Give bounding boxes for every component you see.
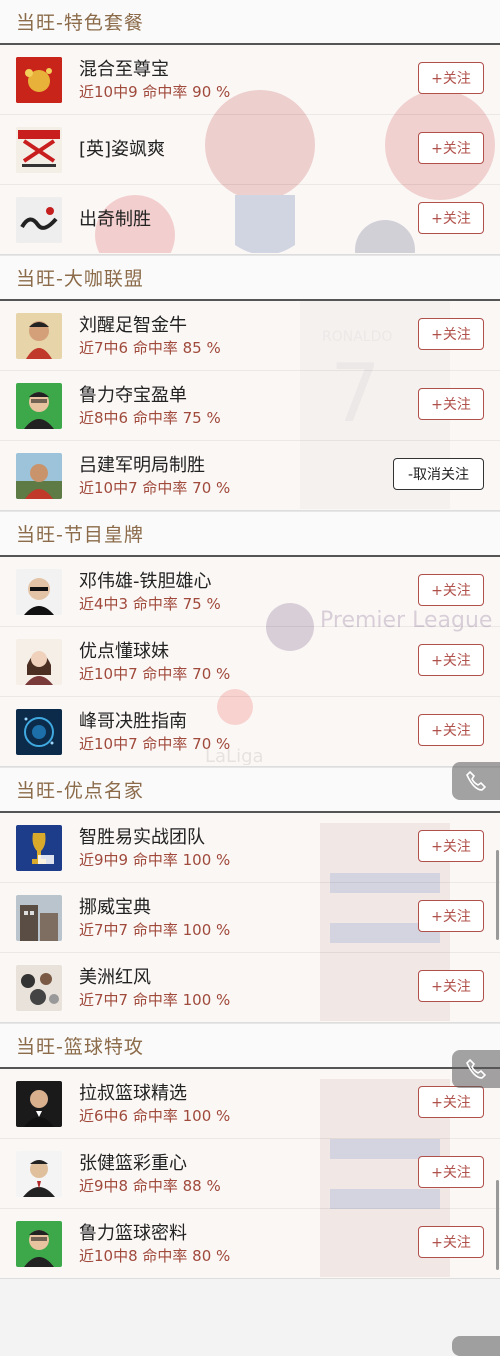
- section-list: 拉叔篮球精选 近6中6 命中率 100 % +关注 张健篮彩重心 近9中8 命中…: [0, 1069, 500, 1279]
- person-avatar-icon: [16, 312, 62, 359]
- follow-button[interactable]: +关注: [418, 970, 484, 1002]
- expert-avatar: [16, 452, 62, 499]
- follow-button[interactable]: +关注: [418, 1156, 484, 1188]
- newspaper-icon: [16, 126, 62, 173]
- building-icon: [16, 894, 62, 941]
- section-title: 当旺-节目皇牌: [16, 524, 144, 546]
- expert-row[interactable]: 拉叔篮球精选 近6中6 命中率 100 % +关注: [0, 1069, 500, 1139]
- follow-button[interactable]: +关注: [418, 62, 484, 94]
- follow-button[interactable]: +关注: [418, 714, 484, 746]
- follow-button[interactable]: +关注: [418, 132, 484, 164]
- expert-avatar: [16, 894, 62, 941]
- section-title: 当旺-篮球特攻: [16, 1036, 144, 1058]
- expert-row[interactable]: [英]姿飒爽 +关注: [0, 115, 500, 185]
- expert-avatar: [16, 638, 62, 685]
- follow-button[interactable]: +关注: [418, 900, 484, 932]
- expert-avatar: [16, 708, 62, 755]
- section-header: 当旺-特色套餐: [0, 0, 500, 45]
- follow-button[interactable]: +关注: [418, 202, 484, 234]
- follow-button[interactable]: +关注: [418, 318, 484, 350]
- follow-button[interactable]: +关注: [418, 574, 484, 606]
- section-title: 当旺-大咖联盟: [16, 268, 144, 290]
- expert-row[interactable]: 峰哥决胜指南 近10中7 命中率 70 % +关注: [0, 697, 500, 766]
- expert-row[interactable]: 混合至尊宝 近10中9 命中率 90 % +关注: [0, 45, 500, 115]
- phone-icon: [466, 770, 487, 791]
- section-list: Premier League LaLiga 邓伟雄-铁胆雄心 近4中3 命中率 …: [0, 557, 500, 767]
- phone-icon: [466, 1058, 487, 1079]
- expert-avatar: [16, 126, 62, 173]
- expert-row[interactable]: 张健篮彩重心 近9中8 命中率 88 % +关注: [0, 1139, 500, 1209]
- person-avatar-icon: [16, 452, 62, 499]
- expert-list-page: 当旺-特色套餐 混合至尊宝 近10中9 命中率 90 % +关注 [英]姿飒爽 …: [0, 0, 500, 1356]
- section-list: 7 RONALDO 刘醒足智金牛 近7中6 命中率 85 % +关注 鲁力夺宝盈…: [0, 301, 500, 511]
- unfollow-button[interactable]: -取消关注: [393, 458, 484, 490]
- section-list: 混合至尊宝 近10中9 命中率 90 % +关注 [英]姿飒爽 +关注 出奇制胜…: [0, 45, 500, 255]
- phone-call-button[interactable]: [452, 762, 500, 800]
- expert-avatar: [16, 1150, 62, 1197]
- section-list: 智胜易实战团队 近9中9 命中率 100 % +关注 挪威宝典 近7中7 命中率…: [0, 813, 500, 1023]
- follow-button[interactable]: +关注: [418, 644, 484, 676]
- expert-row[interactable]: 鲁力夺宝盈单 近8中6 命中率 75 % +关注: [0, 371, 500, 441]
- expert-avatar: [16, 964, 62, 1011]
- expert-avatar: [16, 568, 62, 615]
- calligraphy-icon: [16, 196, 62, 243]
- expert-row[interactable]: 出奇制胜 +关注: [0, 185, 500, 254]
- phone-call-button[interactable]: [452, 1050, 500, 1088]
- person-avatar-icon: [16, 568, 62, 615]
- expert-avatar: [16, 1080, 62, 1127]
- digital-globe-icon: [16, 708, 62, 755]
- expert-avatar: [16, 312, 62, 359]
- section-title: 当旺-特色套餐: [16, 12, 144, 34]
- expert-row[interactable]: 刘醒足智金牛 近7中6 命中率 85 % +关注: [0, 301, 500, 371]
- expert-row[interactable]: 吕建军明局制胜 近10中7 命中率 70 % -取消关注: [0, 441, 500, 510]
- expert-row[interactable]: 邓伟雄-铁胆雄心 近4中3 命中率 75 % +关注: [0, 557, 500, 627]
- expert-row[interactable]: 智胜易实战团队 近9中9 命中率 100 % +关注: [0, 813, 500, 883]
- section-title: 当旺-优点名家: [16, 780, 144, 802]
- phone-call-button[interactable]: [452, 1336, 500, 1356]
- person-avatar-icon: [16, 638, 62, 685]
- person-avatar-icon: [16, 1220, 62, 1267]
- expert-avatar: [16, 56, 62, 103]
- person-avatar-icon: [16, 1150, 62, 1197]
- expert-avatar: [16, 824, 62, 871]
- section-header: 当旺-优点名家: [0, 767, 500, 813]
- person-avatar-icon: [16, 382, 62, 429]
- expert-row[interactable]: 挪威宝典 近7中7 命中率 100 % +关注: [0, 883, 500, 953]
- expert-avatar: [16, 382, 62, 429]
- scrollbar[interactable]: [496, 850, 499, 940]
- scrollbar[interactable]: [496, 1180, 499, 1270]
- follow-button[interactable]: +关注: [418, 1226, 484, 1258]
- section-header: 当旺-大咖联盟: [0, 255, 500, 301]
- follow-button[interactable]: +关注: [418, 830, 484, 862]
- follow-button[interactable]: +关注: [418, 388, 484, 420]
- expert-row[interactable]: 美洲红风 近7中7 命中率 100 % +关注: [0, 953, 500, 1022]
- section-header: 当旺-节目皇牌: [0, 511, 500, 557]
- person-avatar-icon: [16, 1080, 62, 1127]
- section-header: 当旺-篮球特攻: [0, 1023, 500, 1069]
- red-gift-icon: [16, 56, 62, 103]
- expert-avatar: [16, 196, 62, 243]
- expert-row[interactable]: 优点懂球妹 近10中7 命中率 70 % +关注: [0, 627, 500, 697]
- crowd-icon: [16, 964, 62, 1011]
- expert-avatar: [16, 1220, 62, 1267]
- expert-row[interactable]: 鲁力篮球密料 近10中8 命中率 80 % +关注: [0, 1209, 500, 1278]
- follow-button[interactable]: +关注: [418, 1086, 484, 1118]
- fifa-trophy-icon: [16, 824, 62, 871]
